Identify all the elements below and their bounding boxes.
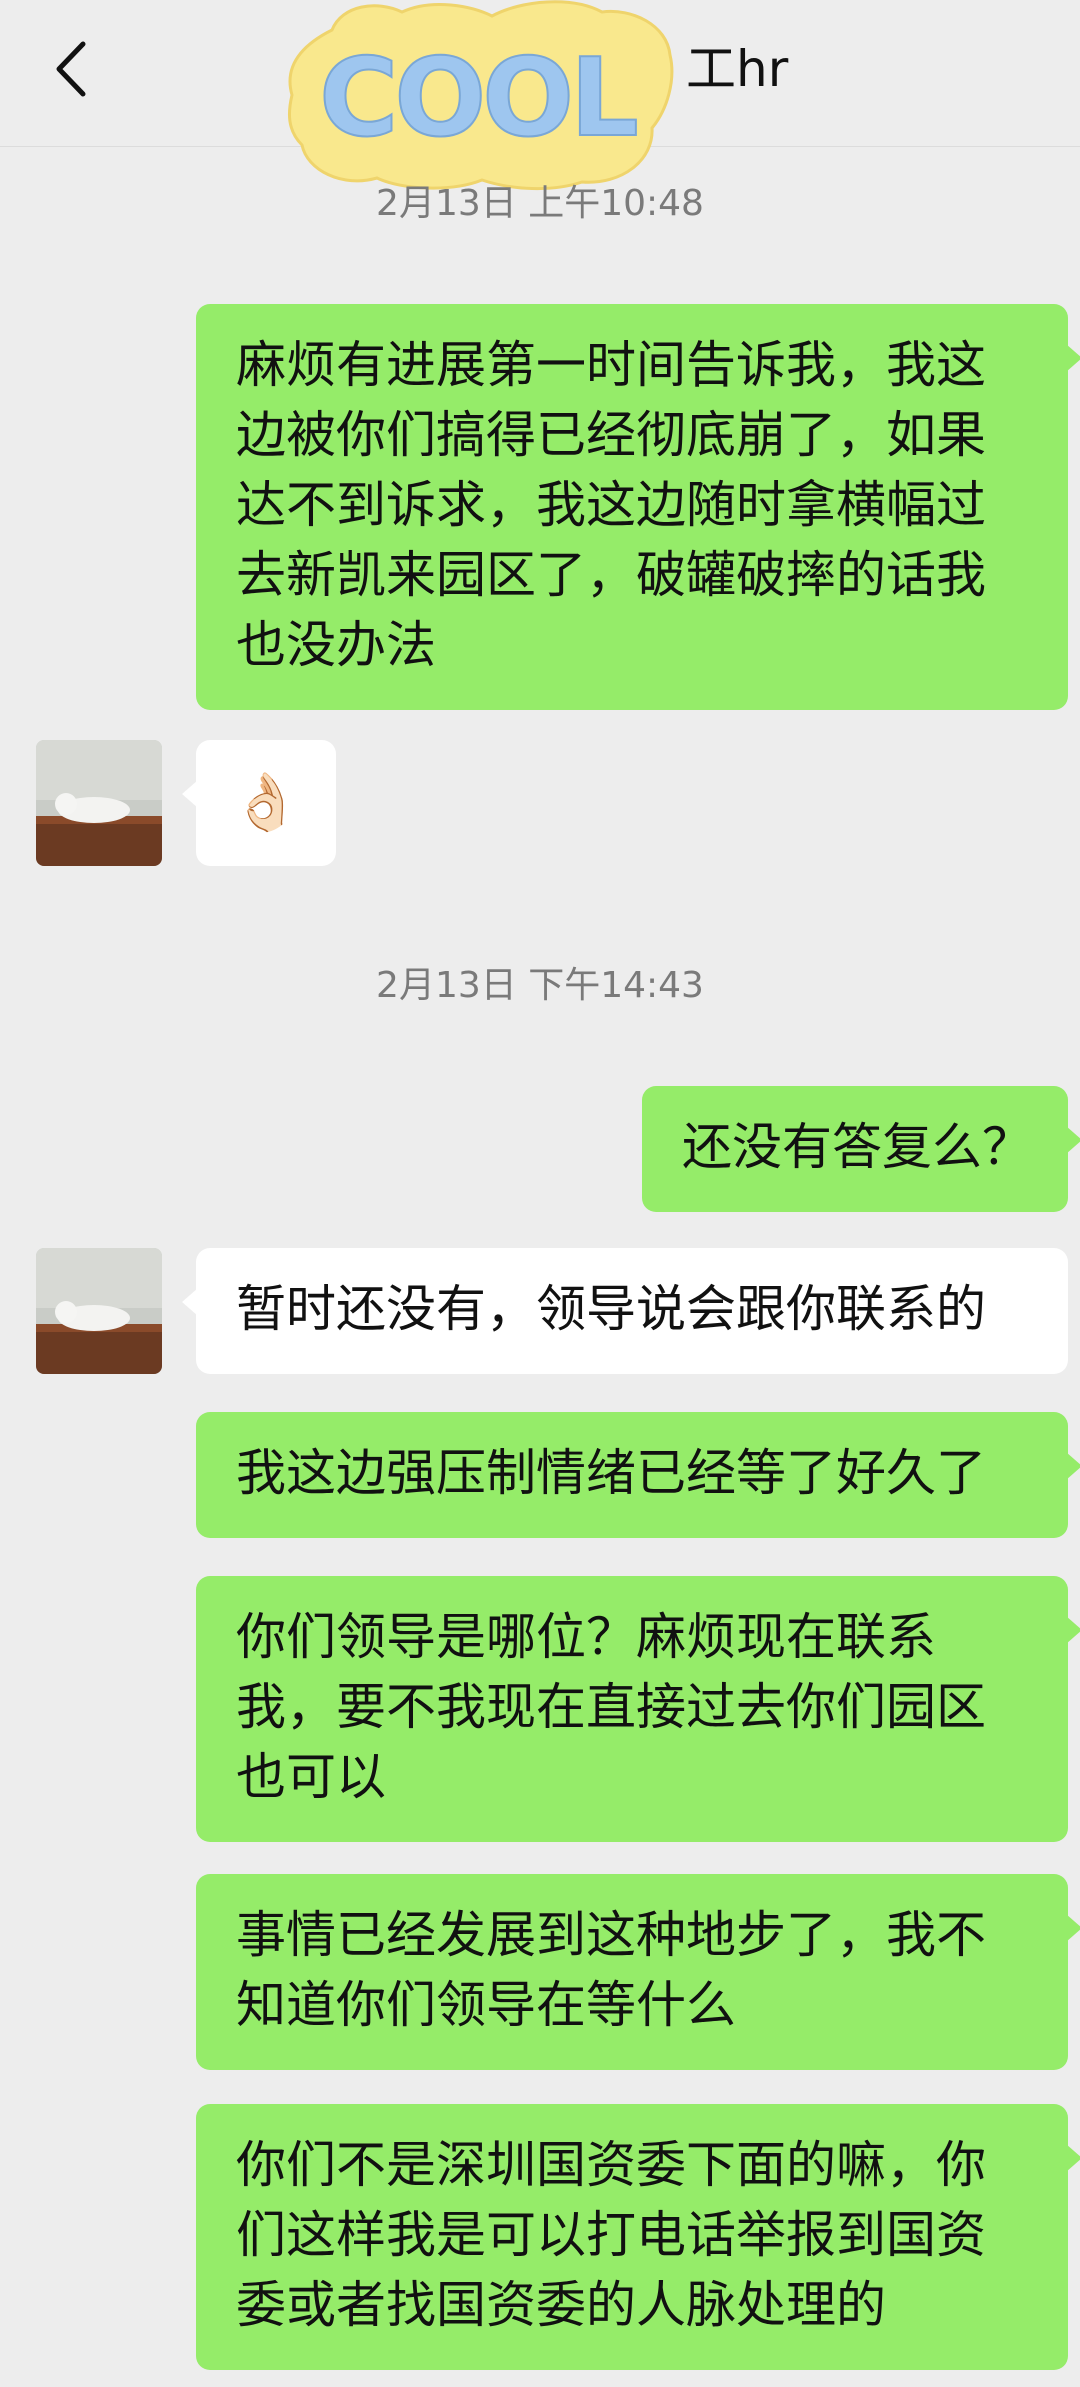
outgoing-message[interactable]: 你们不是深圳国资委下面的嘛，你 们这样我是可以打电话举报到国资 委或者找国资委的… [196,2104,1080,2370]
message-line: 暂时还没有，领导说会跟你联系的 [236,1280,986,1338]
message-line: 去新凯来园区了，破罐破摔的话我 [236,546,986,604]
timestamp: 2月13日 上午10:48 [376,183,704,224]
chat-title: 工hr [686,40,789,98]
incoming-message[interactable]: 暂时还没有，领导说会跟你联系的 [182,1248,1068,1374]
message-line: 我这边强压制情绪已经等了好久了 [236,1444,986,1502]
ok-hand-icon: 👌🏻 [231,770,301,835]
message-line: 知道你们领导在等什么 [236,1976,736,2034]
outgoing-message[interactable]: 事情已经发展到这种地步了，我不 知道你们领导在等什么 [196,1874,1080,2070]
timestamp: 2月13日 下午14:43 [376,965,704,1006]
message-line: 们这样我是可以打电话举报到国资 [236,2206,986,2264]
message-line: 边被你们搞得已经彻底崩了，如果 [236,406,986,464]
message-line: 事情已经发展到这种地步了，我不 [236,1906,986,1964]
message-line: 也可以 [236,1748,386,1806]
avatar[interactable] [36,1248,162,1374]
outgoing-message[interactable]: 还没有答复么？ [642,1086,1080,1212]
sticker-text: COOL [319,36,636,161]
cat-photo-avatar [36,740,162,866]
message-line: 麻烦有进展第一时间告诉我，我这 [236,336,986,394]
outgoing-message[interactable]: 你们领导是哪位？麻烦现在联系 我，要不我现在直接过去你们园区 也可以 [196,1576,1080,1842]
avatar[interactable] [36,740,162,866]
outgoing-message[interactable]: 我这边强压制情绪已经等了好久了 [196,1412,1080,1538]
outgoing-message[interactable]: 麻烦有进展第一时间告诉我，我这 边被你们搞得已经彻底崩了，如果 达不到诉求，我这… [196,304,1080,710]
back-button[interactable] [40,36,100,102]
message-line: 也没办法 [236,616,436,674]
cat-photo-avatar [36,1248,162,1374]
cool-sticker: COOL [287,0,674,191]
message-line: 达不到诉求，我这边随时拿横幅过 [236,476,986,534]
message-line: 你们领导是哪位？麻烦现在联系 [236,1608,936,1666]
message-line: 还没有答复么？ [682,1118,1032,1176]
chevron-left-icon [56,41,86,97]
message-line: 委或者找国资委的人脉处理的 [236,2276,886,2334]
message-line: 我，要不我现在直接过去你们园区 [236,1678,986,1736]
message-line: 你们不是深圳国资委下面的嘛，你 [236,2136,986,2194]
incoming-message[interactable]: 👌🏻 [182,740,336,866]
chat-header: 工hr COOL [0,0,1080,191]
